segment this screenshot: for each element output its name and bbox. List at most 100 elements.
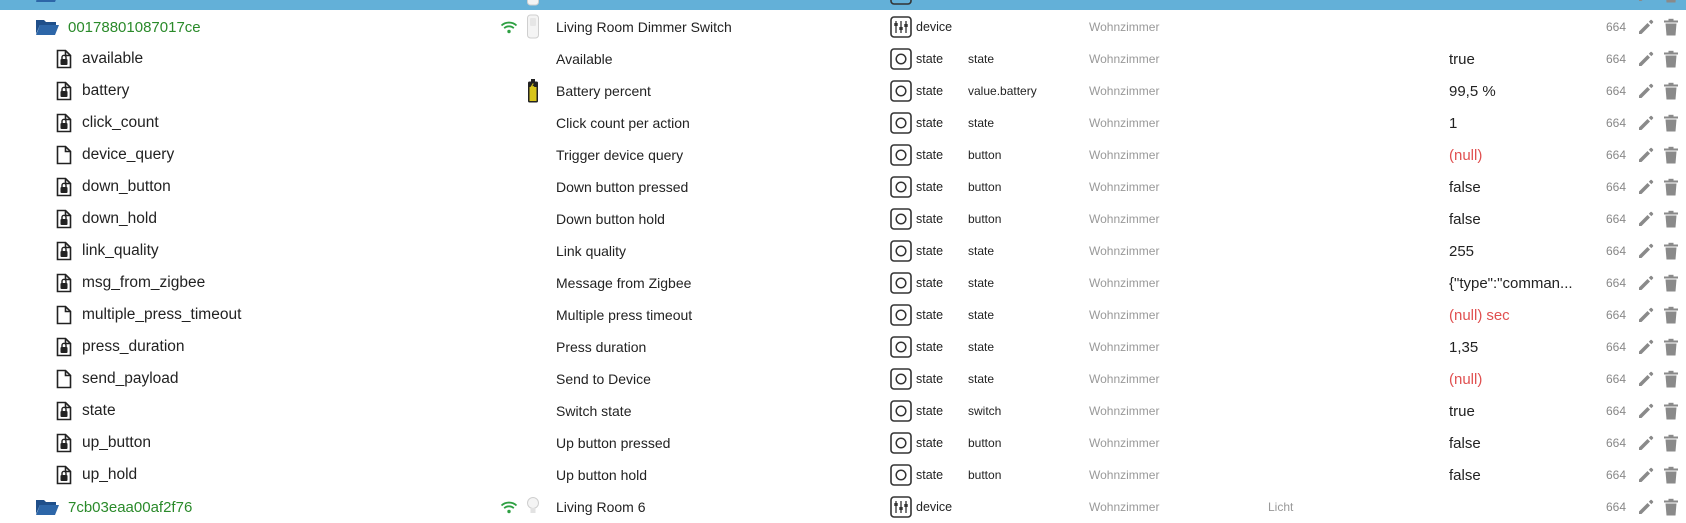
edit-pencil-icon[interactable] [1637, 466, 1655, 484]
object-id-cell[interactable]: available [0, 43, 556, 75]
delete-cell[interactable] [1661, 43, 1681, 75]
delete-cell[interactable] [1661, 363, 1681, 395]
object-id-cell[interactable]: device_query [0, 139, 556, 171]
delete-cell[interactable] [1661, 491, 1681, 523]
delete-cell[interactable] [1661, 75, 1681, 107]
edit-cell[interactable] [1636, 299, 1656, 331]
edit-cell[interactable] [1636, 171, 1656, 203]
object-id-cell[interactable]: up_hold [0, 459, 556, 491]
delete-cell[interactable] [1661, 107, 1681, 139]
edit-cell[interactable] [1636, 459, 1656, 491]
table-row-state[interactable]: msg_from_zigbee Message from Zigbee state s… [0, 267, 1686, 299]
object-id-cell[interactable]: down_button [0, 171, 556, 203]
delete-cell[interactable] [1661, 139, 1681, 171]
table-row-state[interactable]: device_query Trigger device query state but… [0, 139, 1686, 171]
delete-trash-icon[interactable] [1663, 498, 1679, 516]
table-row-state[interactable]: send_payload Send to Device state state Wohn… [0, 363, 1686, 395]
edit-pencil-icon[interactable] [1637, 242, 1655, 260]
edit-pencil-icon[interactable] [1637, 274, 1655, 292]
object-value[interactable]: true [1449, 43, 1584, 75]
edit-pencil-icon[interactable] [1637, 210, 1655, 228]
edit-cell[interactable] [1636, 427, 1656, 459]
object-value[interactable]: (null) sec [1449, 299, 1584, 331]
edit-pencil-icon[interactable] [1637, 114, 1655, 132]
table-row-selected-device[interactable]: 00178801088f7a78 664 [0, 0, 1686, 10]
edit-cell[interactable] [1636, 203, 1656, 235]
delete-trash-icon[interactable] [1663, 274, 1679, 292]
delete-cell[interactable] [1661, 267, 1681, 299]
delete-cell[interactable] [1661, 235, 1681, 267]
table-row-state[interactable]: available Available state state Wohnzimmer tr… [0, 43, 1686, 75]
delete-cell[interactable] [1661, 203, 1681, 235]
edit-pencil-icon[interactable] [1637, 338, 1655, 356]
edit-pencil-icon[interactable] [1637, 18, 1655, 36]
edit-cell[interactable] [1636, 395, 1656, 427]
object-value[interactable]: 1 [1449, 107, 1584, 139]
delete-trash-icon[interactable] [1663, 370, 1679, 388]
object-value[interactable]: false [1449, 171, 1584, 203]
object-id-cell[interactable]: multiple_press_timeout [0, 299, 556, 331]
edit-cell[interactable] [1636, 139, 1656, 171]
table-row-state[interactable]: state Switch state state switch Wohnzimmer tr… [0, 395, 1686, 427]
edit-cell[interactable] [1636, 75, 1656, 107]
delete-cell[interactable] [1661, 395, 1681, 427]
object-value[interactable]: (null) [1449, 139, 1584, 171]
object-id-cell[interactable]: link_quality [0, 235, 556, 267]
edit-pencil-icon[interactable] [1637, 50, 1655, 68]
delete-trash-icon[interactable] [1663, 402, 1679, 420]
object-id-cell[interactable]: 00178801088f7a78 [0, 0, 534, 10]
edit-pencil-icon[interactable] [1637, 370, 1655, 388]
edit-cell[interactable] [1636, 235, 1656, 267]
delete-trash-icon[interactable] [1663, 210, 1679, 228]
edit-cell[interactable] [1636, 11, 1656, 43]
delete-trash-icon[interactable] [1663, 306, 1679, 324]
edit-pencil-icon[interactable] [1637, 434, 1655, 452]
table-row-next-device[interactable]: 7cb03eaa00af2f76 Living Room 6 device Wohnz… [0, 491, 1686, 523]
object-value[interactable]: 255 [1449, 235, 1584, 267]
delete-cell[interactable] [1661, 11, 1681, 43]
delete-cell[interactable] [1661, 299, 1681, 331]
object-id-cell[interactable]: down_hold [0, 203, 556, 235]
object-value[interactable]: false [1449, 203, 1584, 235]
object-value[interactable]: 1,35 [1449, 331, 1584, 363]
edit-pencil-icon[interactable] [1637, 82, 1655, 100]
object-id-cell[interactable]: up_button [0, 427, 556, 459]
table-row-state[interactable]: up_button Up button pressed state button Woh… [0, 427, 1686, 459]
delete-cell[interactable] [1661, 331, 1681, 363]
delete-trash-icon[interactable] [1663, 82, 1679, 100]
edit-pencil-icon[interactable] [1637, 498, 1655, 516]
edit-cell[interactable] [1636, 491, 1656, 523]
folder-open-icon[interactable] [34, 0, 60, 4]
edit-pencil-icon[interactable] [1637, 402, 1655, 420]
object-value[interactable]: true [1449, 395, 1584, 427]
delete-trash-icon[interactable] [1663, 466, 1679, 484]
edit-cell[interactable] [1636, 43, 1656, 75]
object-id-cell[interactable]: battery [0, 75, 556, 107]
object-value[interactable]: false [1449, 427, 1584, 459]
table-row-state[interactable]: battery Battery percent state value.battery… [0, 75, 1686, 107]
delete-trash-icon[interactable] [1663, 0, 1679, 3]
table-row-state[interactable]: down_hold Down button hold state button Wohn… [0, 203, 1686, 235]
edit-cell[interactable] [1636, 107, 1656, 139]
delete-trash-icon[interactable] [1663, 18, 1679, 36]
edit-pencil-icon[interactable] [1637, 146, 1655, 164]
object-id-cell[interactable]: send_payload [0, 363, 556, 395]
object-id-cell[interactable]: state [0, 395, 556, 427]
edit-cell[interactable] [1636, 363, 1656, 395]
table-row-state[interactable]: down_button Down button pressed state butto… [0, 171, 1686, 203]
edit-pencil-icon[interactable] [1637, 306, 1655, 324]
delete-cell[interactable] [1661, 171, 1681, 203]
object-id-cell[interactable]: 7cb03eaa00af2f76 [0, 491, 534, 523]
table-row-state[interactable]: click_count Click count per action state st… [0, 107, 1686, 139]
table-row-state[interactable]: multiple_press_timeout Multiple press tim… [0, 299, 1686, 331]
delete-cell[interactable] [1661, 427, 1681, 459]
object-value[interactable]: false [1449, 459, 1584, 491]
object-value[interactable]: {"type":"comman... [1449, 267, 1584, 299]
delete-trash-icon[interactable] [1663, 242, 1679, 260]
edit-pencil-icon[interactable] [1637, 0, 1655, 3]
delete-cell[interactable] [1661, 0, 1681, 10]
object-id-cell[interactable]: click_count [0, 107, 556, 139]
delete-trash-icon[interactable] [1663, 50, 1679, 68]
delete-trash-icon[interactable] [1663, 338, 1679, 356]
object-value[interactable]: 99,5 % [1449, 75, 1584, 107]
